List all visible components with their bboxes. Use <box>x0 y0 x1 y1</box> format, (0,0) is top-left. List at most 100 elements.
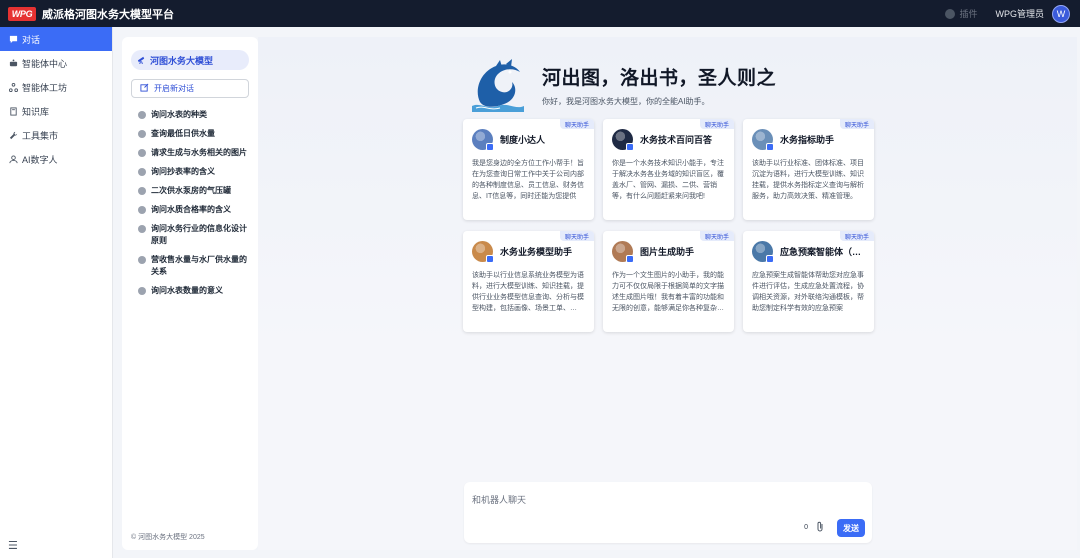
card-badge: 聊天助手 <box>839 119 874 129</box>
card-avatar <box>752 129 774 151</box>
conversation-item[interactable]: 营收售水量与水厂供水量的关系 <box>138 254 250 278</box>
chat-bubble-icon <box>138 168 146 176</box>
chat-bubble-icon <box>138 149 146 157</box>
current-model-pill[interactable]: 河图水务大模型 <box>131 50 249 70</box>
assistant-card[interactable]: 聊天助手 应急预案智能体（正… 应急预案生成智能体帮助您对应急事件进行评估，生成… <box>743 231 874 332</box>
nav-item-agent-workshop[interactable]: 智能体工坊 <box>0 75 112 99</box>
copyright-text: © 河图水务大模型 2025 <box>131 534 205 541</box>
card-description: 你是一个水务技术知识小能手，专注于解决水务各业务域的知识盲区，覆盖水厂、管网、漏… <box>612 160 724 200</box>
conversation-item[interactable]: 询问水表数量的意义 <box>138 285 250 297</box>
conversation-item[interactable]: 询问水质合格率的含义 <box>138 204 250 216</box>
new-chat-button[interactable]: 开启新对话 <box>131 79 249 98</box>
nav-item-label: 对话 <box>22 34 41 45</box>
dragon-logo-icon <box>472 59 524 112</box>
card-description: 作为一个文生图片的小助手，我的能力可不仅仅局限于根据简单的文字描述生成图片哦！我… <box>612 272 724 312</box>
workflow-icon <box>9 82 18 92</box>
top-bar: WPG 威派格河图水务大模型平台 插件 WPG管理员 W <box>0 0 1080 27</box>
assistant-card[interactable]: 聊天助手 水务技术百问百答 你是一个水务技术知识小能手，专注于解决水务各业务域的… <box>603 119 734 220</box>
conversation-item[interactable]: 询问水表的种类 <box>138 109 250 121</box>
nav-item-knowledge-base[interactable]: 知识库 <box>0 99 112 123</box>
card-header: 水务业务模型助手 <box>472 241 585 263</box>
conversation-item[interactable]: 询问水务行业的信息化设计原则 <box>138 223 250 247</box>
main-content: 河出图，洛出书，圣人则之 你好，我是河图水务大模型，你的全能AI助手。 聊天助手… <box>258 37 1077 550</box>
conversation-sidebar: 河图水务大模型 开启新对话 询问水表的种类 查询最低日供水量 请求生成与水务相关… <box>122 37 258 550</box>
plugin-label: 插件 <box>959 9 978 19</box>
assistant-card[interactable]: 聊天助手 水务业务模型助手 该助手以行业信息系统业务模型为语料，进行大模型训练、… <box>463 231 594 332</box>
card-avatar <box>612 241 634 263</box>
current-model-label: 河图水务大模型 <box>150 55 214 66</box>
card-description: 该助手以行业标准、团体标准、项目沉淀为语料，进行大模型训练、知识挂载，提供水务指… <box>752 160 864 200</box>
conversation-item[interactable]: 询问抄表率的含义 <box>138 166 250 178</box>
chat-icon <box>9 35 18 44</box>
card-title: 制度小达人 <box>500 135 546 145</box>
conversation-item[interactable]: 查询最低日供水量 <box>138 128 250 140</box>
assistant-card[interactable]: 聊天助手 水务指标助手 该助手以行业标准、团体标准、项目沉淀为语料，进行大模型训… <box>743 119 874 220</box>
assistant-card[interactable]: 聊天助手 图片生成助手 作为一个文生图片的小助手，我的能力可不仅仅局限于根据简单… <box>603 231 734 332</box>
card-badge: 聊天助手 <box>699 119 734 129</box>
card-header: 制度小达人 <box>472 129 585 151</box>
card-header: 水务技术百问百答 <box>612 129 725 151</box>
app-title: 威派格河图水务大模型平台 <box>42 8 174 21</box>
chat-bubble-icon <box>138 287 146 295</box>
robot-icon <box>9 58 18 68</box>
user-name[interactable]: WPG管理员 <box>996 7 1045 20</box>
telescope-icon <box>137 55 146 66</box>
top-right-area: 插件 WPG管理员 W <box>945 0 1070 27</box>
nav-item-label: 知识库 <box>22 106 50 117</box>
chat-bubble-icon <box>138 187 146 195</box>
card-avatar <box>472 241 494 263</box>
nav-item-chat[interactable]: 对话 <box>0 27 112 51</box>
conversation-item[interactable]: 请求生成与水务相关的图片 <box>138 147 250 159</box>
chat-bubble-icon <box>138 206 146 214</box>
conversation-list: 询问水表的种类 查询最低日供水量 请求生成与水务相关的图片 询问抄表率的含义 二… <box>138 109 250 304</box>
chat-bubble-icon <box>138 225 146 233</box>
conversation-item[interactable]: 二次供水泵房的气压罐 <box>138 185 250 197</box>
new-chat-label: 开启新对话 <box>154 84 194 93</box>
card-description: 应急预案生成智能体帮助您对应急事件进行评估，生成应急处置流程，协调相关资源，对外… <box>752 272 864 312</box>
left-navigation: 对话 智能体中心 智能体工坊 知识库 工具集市 AI数字人 ☰ <box>0 27 113 558</box>
card-description: 该助手以行业信息系统业务模型为语料，进行大模型训练、知识挂载，提供行业业务模型信… <box>472 272 584 312</box>
user-icon <box>9 154 18 164</box>
send-button[interactable]: 发送 <box>837 519 865 537</box>
card-title: 水务业务模型助手 <box>500 247 573 257</box>
assistant-card[interactable]: 聊天助手 制度小达人 我是您身边的全方位工作小帮手！旨在为您查询日常工作中关于公… <box>463 119 594 220</box>
book-icon <box>9 106 18 116</box>
hero-subtitle: 你好，我是河图水务大模型，你的全能AI助手。 <box>542 97 710 106</box>
card-badge: 聊天助手 <box>559 231 594 241</box>
user-avatar[interactable]: W <box>1052 4 1070 23</box>
nav-item-label: 智能体中心 <box>22 58 68 69</box>
chat-bubble-icon <box>138 111 146 119</box>
nav-item-ai-avatar[interactable]: AI数字人 <box>0 147 112 171</box>
assistant-card-grid: 聊天助手 制度小达人 我是您身边的全方位工作小帮手！旨在为您查询日常工作中关于公… <box>463 119 875 332</box>
nav-item-tool-market[interactable]: 工具集市 <box>0 123 112 147</box>
card-avatar <box>752 241 774 263</box>
card-avatar <box>612 129 634 151</box>
chat-bubble-icon <box>138 130 146 138</box>
card-header: 图片生成助手 <box>612 241 725 263</box>
card-badge: 聊天助手 <box>699 231 734 241</box>
card-title: 图片生成助手 <box>640 247 695 257</box>
card-avatar <box>472 129 494 151</box>
wpg-logo: WPG <box>8 6 36 21</box>
card-header: 水务指标助手 <box>752 129 865 151</box>
plugin-icon <box>945 8 956 19</box>
chat-input[interactable] <box>472 490 862 510</box>
nav-item-label: 智能体工坊 <box>22 82 68 93</box>
menu-collapse-icon[interactable]: ☰ <box>8 539 18 552</box>
nav-item-agent-center[interactable]: 智能体中心 <box>0 51 112 75</box>
hero-section: 河出图，洛出书，圣人则之 你好，我是河图水务大模型，你的全能AI助手。 <box>470 58 776 112</box>
char-count: 0 <box>804 524 808 531</box>
wrench-icon <box>9 131 18 140</box>
hero-title: 河出图，洛出书，圣人则之 <box>542 68 777 89</box>
edit-icon <box>140 83 149 94</box>
plugin-link[interactable]: 插件 <box>945 7 978 20</box>
card-description: 我是您身边的全方位工作小帮手！旨在为您查询日常工作中关于公司内部的各种制度信息、… <box>472 160 584 200</box>
nav-item-label: 工具集市 <box>22 130 59 141</box>
card-badge: 聊天助手 <box>559 119 594 129</box>
card-header: 应急预案智能体（正… <box>752 241 865 263</box>
card-title: 应急预案智能体（正… <box>780 247 865 257</box>
paperclip-icon[interactable] <box>816 521 824 535</box>
card-badge: 聊天助手 <box>839 231 874 241</box>
card-title: 水务技术百问百答 <box>640 135 713 145</box>
card-title: 水务指标助手 <box>780 135 835 145</box>
